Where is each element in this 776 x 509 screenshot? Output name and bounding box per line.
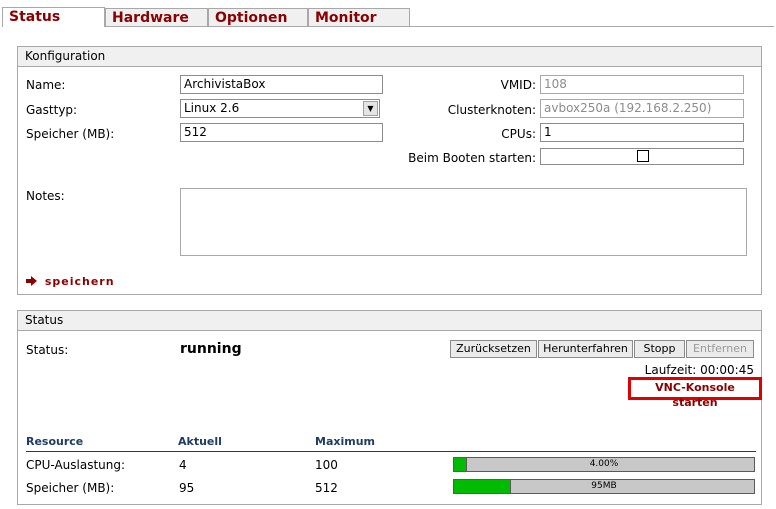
reset-button[interactable]: Zurücksetzen (450, 340, 537, 358)
vnc-console-button[interactable]: VNC-Konsole starten (628, 377, 762, 409)
speicher-input[interactable]: 512 (180, 123, 383, 142)
row-maximum: 100 (315, 458, 338, 472)
row-resource: CPU-Auslastung: (26, 458, 126, 472)
tab-underline (105, 26, 774, 27)
tab-status-label: Status (9, 9, 61, 25)
uptime-text: Laufzeit: 00:00:45 (644, 363, 754, 377)
status-value: running (180, 341, 242, 357)
tab-status[interactable]: Status (2, 7, 105, 27)
save-link-label: speichern (44, 275, 115, 288)
notes-label: Notes: (26, 189, 65, 203)
gasttyp-selected-value: Linux 2.6 (184, 101, 240, 115)
name-label: Name: (26, 78, 66, 92)
speicher-label: Speicher (MB): (26, 127, 115, 141)
memory-usage-bar: 95MB (453, 479, 755, 494)
boot-label: Beim Booten starten: (408, 151, 536, 165)
tab-optionen[interactable]: Optionen (208, 8, 308, 26)
vmid-label: VMID: (500, 78, 536, 92)
status-panel-title: Status (18, 311, 761, 331)
row-maximum: 512 (315, 481, 338, 495)
current-header: Aktuell (178, 435, 222, 448)
boot-checkbox[interactable] (637, 150, 649, 162)
vmid-input: 108 (540, 75, 744, 94)
tab-optionen-label: Optionen (215, 10, 288, 26)
cpu-usage-bar: 4.00% (453, 457, 755, 472)
row-current: 95 (179, 481, 195, 495)
gasttyp-label: Gasttyp: (26, 103, 78, 117)
cluster-label: Clusterknoten: (447, 103, 536, 117)
cpu-usage-bar-label: 4.00% (589, 459, 619, 469)
save-link[interactable]: speichern (26, 275, 115, 288)
gasttyp-select[interactable]: Linux 2.6 ▼ (180, 99, 380, 118)
tab-hardware-label: Hardware (112, 10, 189, 26)
row-resource: Speicher (MB): (26, 481, 115, 495)
config-panel-title: Konfiguration (18, 47, 761, 67)
tab-bar: Status Hardware Optionen Monitor (2, 7, 774, 27)
cpus-input[interactable]: 1 (540, 123, 744, 142)
tab-hardware[interactable]: Hardware (105, 8, 208, 26)
cluster-input: avbox250a (192.168.2.250) (540, 99, 744, 118)
stop-button[interactable]: Stopp (634, 340, 685, 358)
notes-textarea[interactable] (180, 188, 747, 256)
arrow-right-icon (26, 276, 37, 286)
table-header-divider (26, 451, 756, 452)
name-input[interactable]: ArchivistaBox (180, 75, 383, 94)
resource-header: Resource (26, 435, 84, 448)
memory-usage-bar-label: 95MB (591, 481, 617, 491)
boot-field[interactable] (540, 148, 744, 165)
row-current: 4 (179, 458, 187, 472)
tab-monitor[interactable]: Monitor (308, 8, 410, 26)
triangle-down-icon[interactable]: ▼ (363, 101, 378, 116)
cpus-label: CPUs: (501, 127, 536, 141)
status-panel: Status Status: running Zurücksetzen Heru… (17, 310, 762, 505)
shutdown-button[interactable]: Herunterfahren (538, 340, 633, 358)
config-panel: Konfiguration Name: ArchivistaBox Gastty… (17, 46, 762, 295)
tab-monitor-label: Monitor (315, 10, 377, 26)
remove-button: Entfernen (686, 340, 754, 358)
status-label: Status: (26, 343, 69, 357)
maximum-header: Maximum (315, 435, 375, 448)
